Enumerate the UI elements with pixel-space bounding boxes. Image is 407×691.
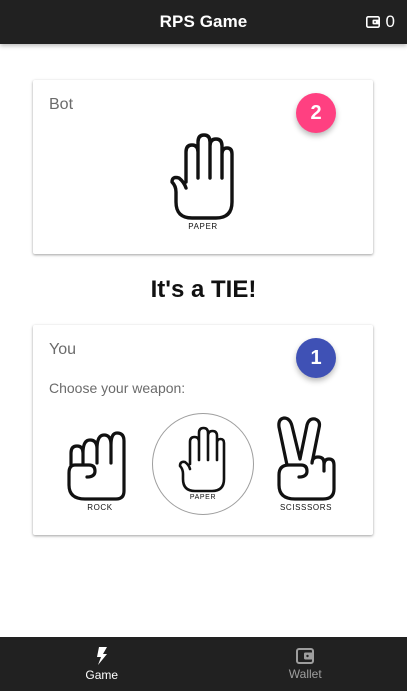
balance-value: 0 — [385, 12, 395, 31]
paper-hand-icon — [170, 133, 234, 220]
weapon-scissors-button[interactable]: SCISSSORS — [255, 413, 357, 515]
wallet-balance-button[interactable]: 0 — [365, 0, 395, 44]
bot-hand: PAPER — [170, 132, 236, 236]
app-title: RPS Game — [159, 12, 248, 31]
lightning-icon — [96, 646, 108, 665]
player-score-badge: 1 — [296, 338, 336, 378]
weapon-rock-caption: ROCK — [87, 503, 113, 512]
weapon-rock-button[interactable]: ROCK — [49, 413, 151, 515]
scissors-hand-icon — [277, 416, 336, 501]
rock-hand-icon — [67, 431, 126, 501]
nav-tab-game[interactable]: Game — [0, 637, 204, 691]
player-card: You 1 Choose your weapon: ROCK PAPER SCI… — [33, 325, 373, 535]
wallet-icon — [296, 647, 315, 664]
bot-card: Bot 2 PAPER — [33, 80, 373, 254]
weapon-paper-button[interactable]: PAPER — [152, 413, 254, 515]
nav-tab-wallet[interactable]: Wallet — [204, 637, 407, 691]
weapon-paper-caption: PAPER — [189, 494, 217, 501]
weapon-scissors-caption: SCISSSORS — [279, 503, 333, 512]
round-result: It's a TIE! — [150, 276, 257, 303]
bot-hand-caption: PAPER — [188, 222, 218, 231]
app-bar: RPS Game 0 — [0, 0, 407, 44]
wallet-icon — [365, 16, 380, 28]
bot-score-badge: 2 — [296, 93, 336, 133]
choose-weapon-prompt: Choose your weapon: — [49, 380, 186, 396]
nav-tab-game-label: Game — [85, 667, 119, 682]
player-label: You — [49, 341, 76, 358]
paper-hand-icon — [178, 426, 226, 493]
bottom-navigation: Game Wallet — [0, 637, 407, 691]
nav-tab-wallet-label: Wallet — [288, 666, 322, 681]
bot-label: Bot — [49, 96, 74, 113]
